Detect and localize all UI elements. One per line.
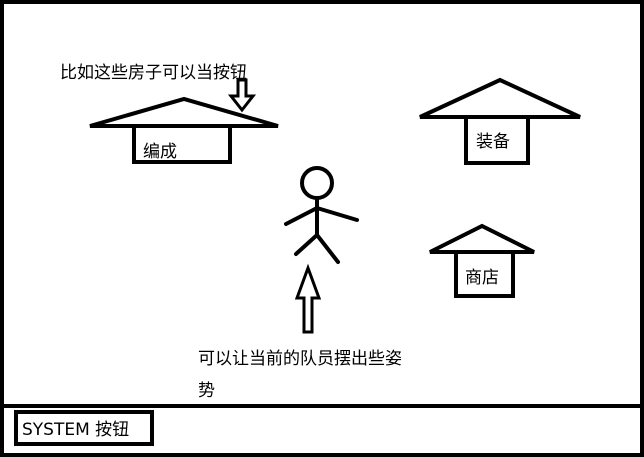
formation-label: 编成	[143, 142, 177, 162]
character-head	[300, 166, 334, 200]
system-button[interactable]: SYSTEM 按钮	[14, 410, 154, 446]
equipment-label: 装备	[476, 132, 510, 152]
character-note-line1: 可以让当前的队员摆出些姿	[198, 349, 402, 369]
game-home-screen: 比如这些房子可以当按钮 编成 装备 商店 可以让当前的队员摆出些姿 势 SYST…	[0, 0, 644, 457]
system-button-label: SYSTEM 按钮	[22, 420, 129, 440]
houses-note: 比如这些房子可以当按钮	[60, 63, 247, 83]
shop-label: 商店	[465, 268, 499, 288]
character-note-line2: 势	[198, 381, 215, 401]
